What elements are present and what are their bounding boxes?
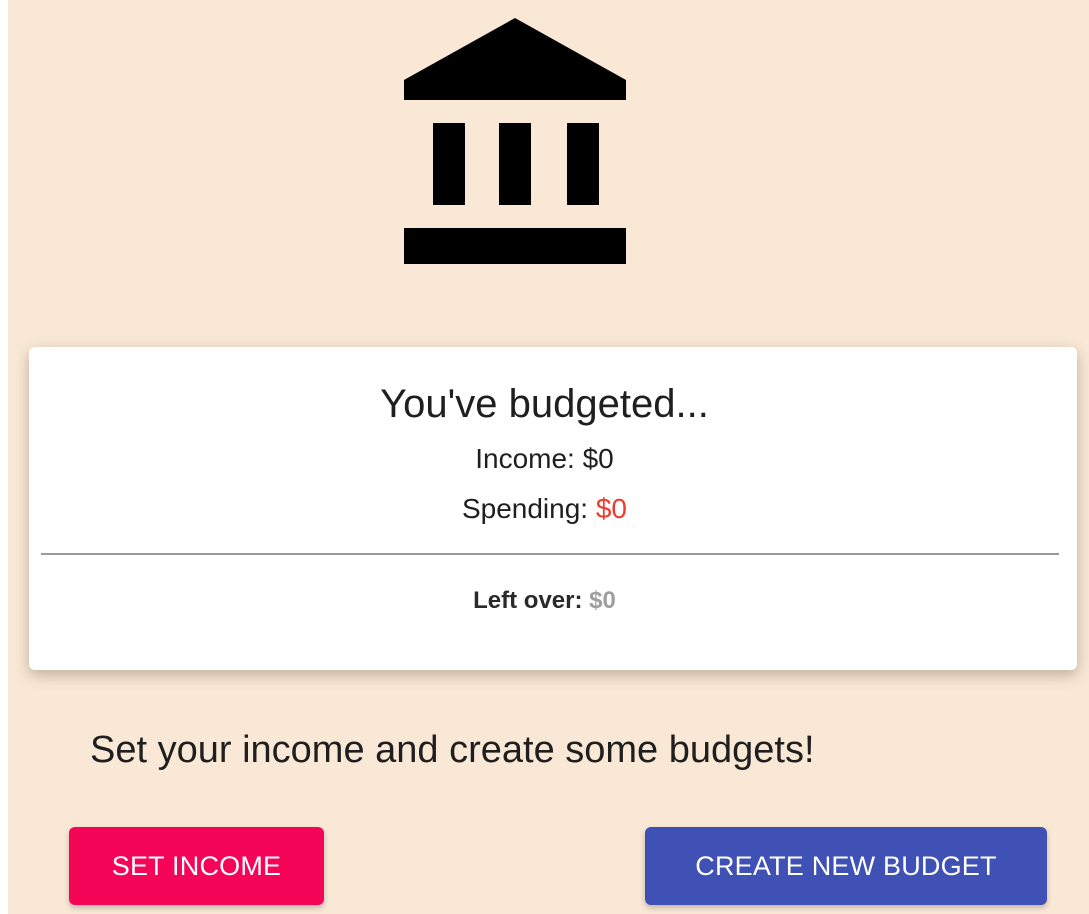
bank-column-right xyxy=(567,123,599,205)
create-new-budget-button[interactable]: CREATE NEW BUDGET xyxy=(645,827,1047,905)
income-row: Income: $0 xyxy=(0,442,1089,476)
income-label: Income: xyxy=(475,443,575,474)
spending-row: Spending: $0 xyxy=(0,492,1089,526)
set-income-button[interactable]: SET INCOME xyxy=(69,827,324,905)
summary-heading: You've budgeted... xyxy=(380,382,709,426)
spending-label: Spending: xyxy=(461,493,589,524)
bank-column-left xyxy=(433,123,465,205)
bank-icon xyxy=(404,18,626,264)
bank-base xyxy=(404,228,626,264)
leftover-row: Left over: $0 xyxy=(0,586,1089,616)
leftover-label: Left over: xyxy=(473,587,583,614)
summary-divider xyxy=(41,553,1059,555)
bank-column-middle xyxy=(499,123,531,205)
spending-value: $0 xyxy=(595,493,628,524)
income-value: $0 xyxy=(582,443,614,474)
bank-roof xyxy=(404,18,626,100)
leftover-value: $0 xyxy=(589,587,616,614)
empty-state-message: Set your income and create some budgets! xyxy=(90,729,815,771)
